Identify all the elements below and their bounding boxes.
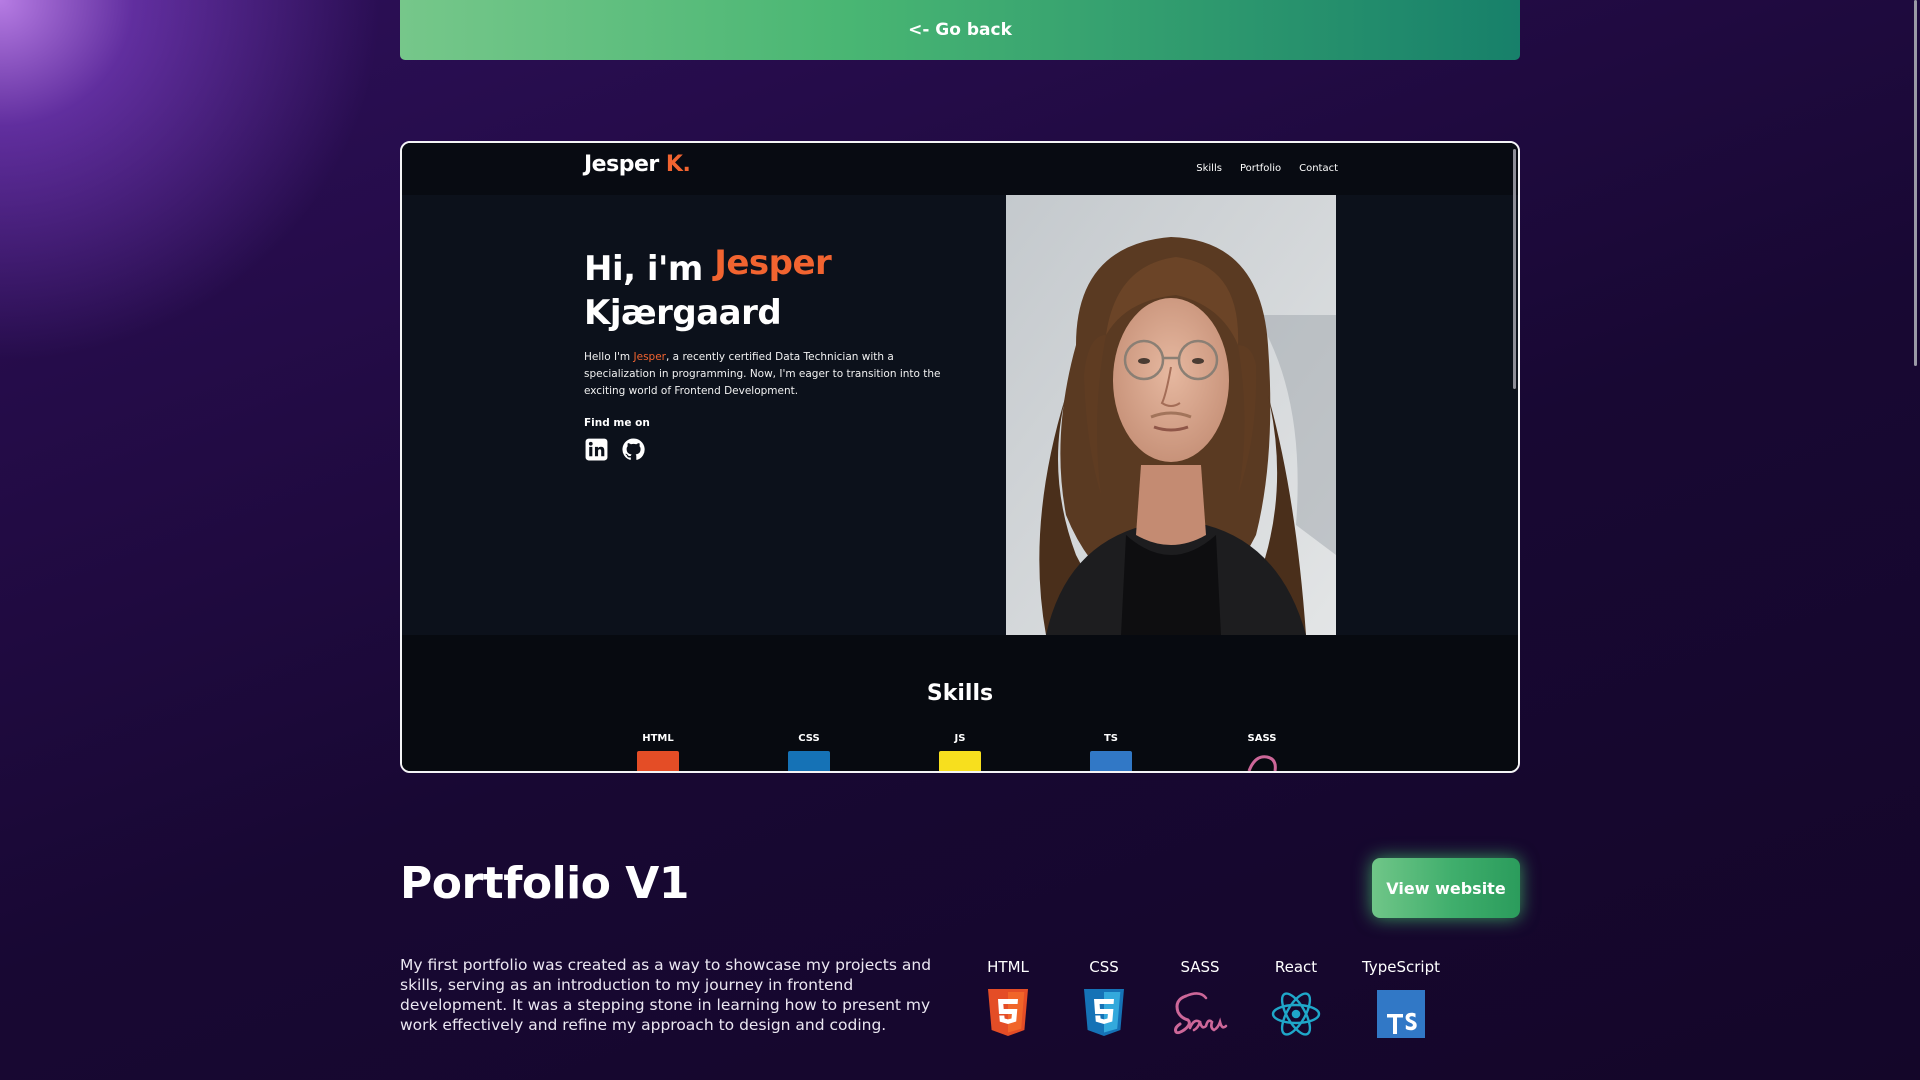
- github-icon[interactable]: [621, 437, 646, 462]
- preview-desc-name: Jesper: [633, 351, 666, 363]
- skill-ts: TS: [1081, 733, 1141, 771]
- project-title: Portfolio V1: [400, 858, 689, 909]
- skill-label: CSS: [798, 733, 820, 744]
- tech-label: SASS: [1180, 958, 1220, 976]
- skill-sass: SASS: [1232, 733, 1292, 771]
- preview-nav-portfolio[interactable]: Portfolio: [1240, 163, 1281, 174]
- linkedin-icon[interactable]: [584, 437, 609, 462]
- preview-greeting: Hi, i'm: [584, 249, 703, 289]
- sass-icon: [1174, 992, 1228, 1035]
- preview-hero: [402, 195, 1518, 635]
- preview-nav-links: Skills Portfolio Contact: [1196, 163, 1338, 174]
- skill-js: JS: [930, 733, 990, 771]
- preview-nav-skills[interactable]: Skills: [1196, 163, 1222, 174]
- css3-icon: [788, 751, 830, 771]
- preview-hero-description: Hello I'm Jesper, a recently certified D…: [584, 349, 954, 400]
- skill-html: HTML: [628, 733, 688, 771]
- preview-logo: Jesper K.: [584, 152, 691, 177]
- preview-desc-part: Hello I'm: [584, 351, 634, 363]
- view-website-button[interactable]: View website: [1372, 858, 1520, 918]
- tech-sass: SASS: [1145, 958, 1255, 1040]
- go-back-label: <- Go back: [908, 20, 1012, 40]
- skill-label: SASS: [1247, 733, 1277, 744]
- preview-logo-accent: K.: [665, 152, 691, 177]
- preview-hero-title: Hi, i'm Jesper Kjærgaard: [584, 243, 832, 335]
- preview-last-name: Kjærgaard: [584, 293, 782, 333]
- typescript-icon: [1090, 751, 1132, 771]
- page-scrollbar[interactable]: [1914, 0, 1917, 366]
- skill-label: JS: [954, 733, 966, 744]
- tech-css: CSS: [1049, 958, 1159, 1040]
- preview-nav-contact[interactable]: Contact: [1299, 163, 1338, 174]
- skill-label: HTML: [642, 733, 674, 744]
- react-icon: [1271, 992, 1321, 1036]
- project-description: My first portfolio was created as a way …: [400, 956, 932, 1034]
- preview-skills-section: Skills HTML CSS JS TS SASS: [402, 635, 1518, 771]
- preview-find-me-label: Find me on: [584, 417, 650, 429]
- preview-navbar: Jesper K. Skills Portfolio Contact: [402, 143, 1518, 195]
- preview-logo-name: Jesper: [584, 152, 659, 177]
- typescript-icon: [1377, 990, 1425, 1038]
- preview-first-name: Jesper: [714, 243, 832, 283]
- preview-scrollbar[interactable]: [1513, 149, 1516, 389]
- profile-photo-illustration: [1006, 195, 1336, 635]
- html5-icon: [637, 751, 679, 771]
- sass-icon: [1247, 755, 1277, 771]
- preview-social-links: [584, 437, 646, 462]
- tech-html: HTML: [953, 958, 1063, 1040]
- website-preview: Jesper K. Skills Portfolio Contact Hi, i…: [400, 141, 1520, 773]
- preview-skills-title: Skills: [926, 681, 994, 706]
- profile-photo: [1006, 195, 1336, 635]
- skill-label: TS: [1103, 733, 1119, 744]
- tech-label: HTML: [987, 958, 1029, 976]
- javascript-icon: [939, 751, 981, 771]
- html5-icon: [988, 989, 1028, 1036]
- skill-css: CSS: [779, 733, 839, 771]
- tech-label: React: [1274, 958, 1318, 976]
- tech-typescript: TypeScript: [1346, 958, 1456, 1038]
- tech-react: React: [1241, 958, 1351, 1040]
- css3-icon: [1084, 989, 1124, 1036]
- go-back-button[interactable]: <- Go back: [400, 0, 1520, 60]
- tech-label: TypeScript: [1362, 958, 1440, 976]
- tech-label: CSS: [1089, 958, 1119, 976]
